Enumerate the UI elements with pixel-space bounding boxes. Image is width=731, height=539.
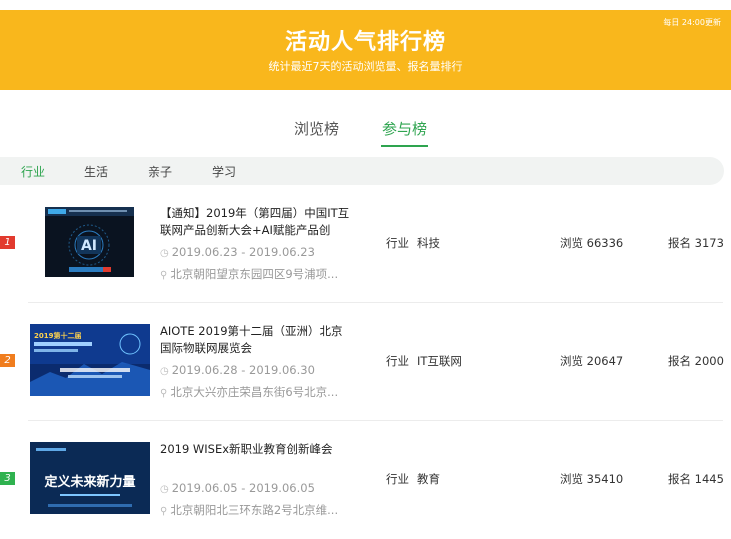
event-title[interactable]: AIOTE 2019第十二届（亚洲）北京国际物联网展览会	[160, 323, 352, 357]
event-tags: 行业 教育	[386, 471, 440, 487]
signup-count: 报名 1445	[668, 472, 724, 486]
signup-count: 报名 3173	[668, 236, 724, 250]
page-subtitle: 统计最近7天的活动浏览量、报名量排行	[268, 60, 463, 73]
event-thumbnail[interactable]: 2019第十二届	[30, 324, 150, 396]
clock-icon: ◷	[160, 248, 169, 259]
header-banner: 活动人气排行榜 统计最近7天的活动浏览量、报名量排行 每日 24:00更新	[0, 10, 731, 90]
event-date: ◷ 2019.06.28 - 2019.06.30	[160, 363, 315, 377]
list-item[interactable]: 3 定义未来新力量 2019 WISEx新职业教育创新峰会 ◷ 2019.06.0…	[0, 421, 731, 539]
event-tags: 行业 IT互联网	[386, 353, 462, 369]
event-thumbnail[interactable]: 定义未来新力量	[30, 442, 150, 514]
event-thumbnail[interactable]: AI	[45, 207, 134, 277]
ai-poster-image: AI	[45, 207, 134, 277]
view-count: 浏览 35410	[560, 472, 624, 486]
event-address: ⚲ 北京大兴亦庄荣昌东街6号北京...	[160, 384, 338, 400]
event-tag: 科技	[417, 236, 440, 250]
event-date-text: 2019.06.28 - 2019.06.30	[171, 363, 315, 377]
rank-badge: 3	[0, 472, 15, 485]
event-address: ⚲ 北京朝阳望京东园四区9号浦项...	[160, 266, 338, 282]
clock-icon: ◷	[160, 484, 169, 495]
category-study[interactable]: 学习	[212, 163, 236, 180]
list-item[interactable]: 2 2019第十二届 AIOTE 2019第十二届（亚洲）北京国际物联网展览会 …	[0, 303, 731, 421]
rank-badge: 1	[0, 236, 15, 249]
category-bar: 行业 生活 亲子 学习	[0, 157, 724, 185]
event-address: ⚲ 北京朝阳北三环东路2号北京维...	[160, 502, 338, 518]
update-note: 每日 24:00更新	[663, 18, 721, 27]
event-date-text: 2019.06.23 - 2019.06.23	[171, 245, 315, 259]
page-title: 活动人气排行榜	[284, 30, 446, 55]
event-title[interactable]: 【通知】2019年（第四届）中国IT互联网产品创新大会+AI赋能产品创	[160, 205, 352, 239]
svg-text:AI: AI	[81, 238, 97, 254]
event-category: 行业	[386, 354, 409, 368]
tab-participation[interactable]: 参与榜	[380, 118, 429, 147]
clock-icon: ◷	[160, 366, 169, 377]
event-tags: 行业 科技	[386, 235, 440, 251]
event-tag: 教育	[417, 472, 440, 486]
svg-text:定义未来新力量: 定义未来新力量	[43, 474, 135, 490]
event-date-text: 2019.06.05 - 2019.06.05	[171, 481, 315, 495]
event-date: ◷ 2019.06.05 - 2019.06.05	[160, 481, 315, 495]
event-date: ◷ 2019.06.23 - 2019.06.23	[160, 245, 315, 259]
event-address-text: 北京大兴亦庄荣昌东街6号北京...	[170, 385, 339, 399]
event-title[interactable]: 2019 WISEx新职业教育创新峰会	[160, 441, 352, 475]
rank-badge: 2	[0, 354, 15, 367]
category-family[interactable]: 亲子	[148, 163, 172, 180]
iot-expo-poster-image: 2019第十二届	[30, 324, 150, 396]
location-pin-icon: ⚲	[160, 270, 168, 281]
location-pin-icon: ⚲	[160, 388, 168, 399]
view-count: 浏览 20647	[560, 354, 624, 368]
event-address-text: 北京朝阳望京东园四区9号浦项...	[170, 267, 339, 281]
svg-text:2019第十二届: 2019第十二届	[34, 331, 81, 340]
tab-browse[interactable]: 浏览榜	[294, 118, 339, 139]
view-count: 浏览 66336	[560, 236, 624, 250]
event-tag: IT互联网	[417, 354, 462, 368]
event-category: 行业	[386, 472, 409, 486]
location-pin-icon: ⚲	[160, 506, 168, 517]
wisex-poster-image: 定义未来新力量	[30, 442, 150, 514]
signup-count: 报名 2000	[668, 354, 724, 368]
list-item[interactable]: 1 AI 【通知】2019年（第四届）中国IT互联网产品创新大会+AI赋能产品创…	[0, 185, 731, 303]
event-address-text: 北京朝阳北三环东路2号北京维...	[170, 503, 339, 517]
event-category: 行业	[386, 236, 409, 250]
category-life[interactable]: 生活	[84, 163, 108, 180]
category-industry[interactable]: 行业	[21, 163, 45, 180]
ranking-tabs: 浏览榜 参与榜	[0, 118, 731, 147]
